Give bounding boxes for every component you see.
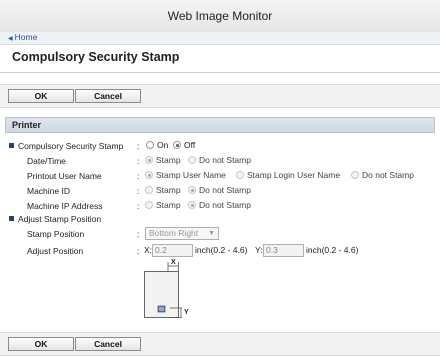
radio-date-stamp[interactable] — [145, 156, 153, 164]
radio-ip-nostamp[interactable] — [188, 201, 196, 209]
date-time-no-stamp-label: Do not Stamp — [199, 155, 251, 165]
row-printout-user: Printout User Name : Stamp User Name Sta… — [0, 169, 440, 183]
machine-id-no-stamp-label: Do not Stamp — [199, 185, 251, 195]
dropdown-arrow-icon: ▼ — [208, 230, 215, 237]
stamp-off-label: Off — [184, 140, 196, 150]
diagram-y-label: Y — [184, 309, 189, 316]
stamp-position-diagram: X Y — [144, 259, 190, 324]
row-date-time: Date/Time : Stamp Do not Stamp — [0, 154, 440, 168]
colon: : — [137, 246, 140, 256]
y-input[interactable]: 0.3 — [263, 244, 304, 257]
colon: : — [137, 141, 140, 151]
home-link-label: Home — [14, 32, 38, 42]
top-button-bar: OK Cancel — [0, 84, 440, 108]
cancel-button-bottom[interactable]: Cancel — [75, 337, 141, 351]
adjust-stamp-position-label: Adjust Stamp Position — [18, 214, 102, 224]
machine-id-label: Machine ID — [27, 186, 70, 196]
printout-user-opt2-label: Stamp Login User Name — [247, 170, 341, 180]
section-header-printer: Printer — [5, 117, 435, 133]
printout-user-label: Printout User Name — [27, 171, 102, 181]
x-label: X: — [144, 245, 153, 255]
colon: : — [137, 229, 140, 239]
stamp-position-label: Stamp Position — [27, 229, 85, 239]
window-title: Web Image Monitor — [167, 9, 273, 23]
breadcrumb: ◀ Home — [0, 32, 440, 45]
colon: : — [137, 171, 140, 181]
date-time-stamp-option[interactable]: Stamp — [145, 155, 181, 165]
bottom-button-bar: OK Cancel — [0, 332, 440, 356]
machine-id-stamp-label: Stamp — [156, 185, 181, 195]
colon: : — [137, 186, 140, 196]
radio-id-stamp[interactable] — [145, 186, 153, 194]
machine-ip-no-stamp-label: Do not Stamp — [199, 200, 251, 210]
printout-user-opt1-label: Stamp User Name — [156, 170, 226, 180]
printout-user-opt3-label: Do not Stamp — [362, 170, 414, 180]
page-title: Compulsory Security Stamp — [12, 50, 180, 64]
row-stamp-position: Stamp Position : Bottom Right ▼ — [0, 227, 440, 241]
radio-login-stamp[interactable] — [236, 171, 244, 179]
radio-ip-stamp[interactable] — [145, 201, 153, 209]
machine-id-no-stamp-option[interactable]: Do not Stamp — [188, 185, 251, 195]
compulsory-stamp-label: Compulsory Security Stamp — [18, 141, 124, 151]
chevron-left-icon: ◀ — [8, 36, 13, 42]
home-link[interactable]: ◀ Home — [8, 32, 37, 42]
divider — [0, 72, 440, 73]
radio-on[interactable] — [146, 141, 154, 149]
colon: : — [137, 156, 140, 166]
machine-ip-stamp-option[interactable]: Stamp — [145, 200, 181, 210]
stamp-on-option[interactable]: On — [146, 140, 168, 150]
title-bar: Web Image Monitor — [0, 0, 440, 33]
ok-button-top[interactable]: OK — [8, 89, 74, 103]
radio-date-nostamp[interactable] — [188, 156, 196, 164]
machine-ip-label: Machine IP Address — [27, 201, 103, 211]
radio-user-nostamp[interactable] — [351, 171, 359, 179]
radio-off[interactable] — [173, 141, 181, 149]
machine-ip-no-stamp-option[interactable]: Do not Stamp — [188, 200, 251, 210]
date-time-no-stamp-option[interactable]: Do not Stamp — [188, 155, 251, 165]
row-compulsory-stamp: Compulsory Security Stamp : On Off — [0, 139, 440, 153]
machine-id-stamp-option[interactable]: Stamp — [145, 185, 181, 195]
stamp-on-label: On — [157, 140, 169, 150]
bullet-icon — [9, 143, 14, 148]
printout-user-stamp-option[interactable]: Stamp User Name — [145, 170, 226, 180]
row-adjust-heading: Adjust Stamp Position — [0, 212, 440, 226]
row-machine-id: Machine ID : Stamp Do not Stamp — [0, 184, 440, 198]
radio-id-nostamp[interactable] — [188, 186, 196, 194]
row-adjust-position: Adjust Position : X: 0.2 inch(0.2 - 4.6)… — [0, 244, 440, 258]
section-title: Printer — [12, 120, 42, 130]
diagram-x-label: X — [171, 259, 176, 266]
printout-login-user-option[interactable]: Stamp Login User Name — [236, 170, 340, 180]
radio-user-stamp[interactable] — [145, 171, 153, 179]
ok-button-bottom[interactable]: OK — [8, 337, 74, 351]
date-time-stamp-label: Stamp — [156, 155, 181, 165]
machine-ip-stamp-label: Stamp — [156, 200, 181, 210]
row-machine-ip: Machine IP Address : Stamp Do not Stamp — [0, 199, 440, 213]
bullet-icon — [9, 216, 14, 221]
y-label: Y: — [255, 245, 263, 255]
x-range-label: inch(0.2 - 4.6) — [195, 245, 248, 255]
colon: : — [137, 201, 140, 211]
date-time-label: Date/Time — [27, 156, 66, 166]
adjust-position-label: Adjust Position — [27, 246, 84, 256]
x-input[interactable]: 0.2 — [152, 244, 193, 257]
stamp-off-option[interactable]: Off — [173, 140, 195, 150]
stamp-position-select[interactable]: Bottom Right ▼ — [145, 227, 219, 240]
printout-user-no-stamp-option[interactable]: Do not Stamp — [351, 170, 414, 180]
y-range-label: inch(0.2 - 4.6) — [306, 245, 359, 255]
cancel-button-top[interactable]: Cancel — [75, 89, 141, 103]
stamp-position-value: Bottom Right — [149, 228, 199, 238]
